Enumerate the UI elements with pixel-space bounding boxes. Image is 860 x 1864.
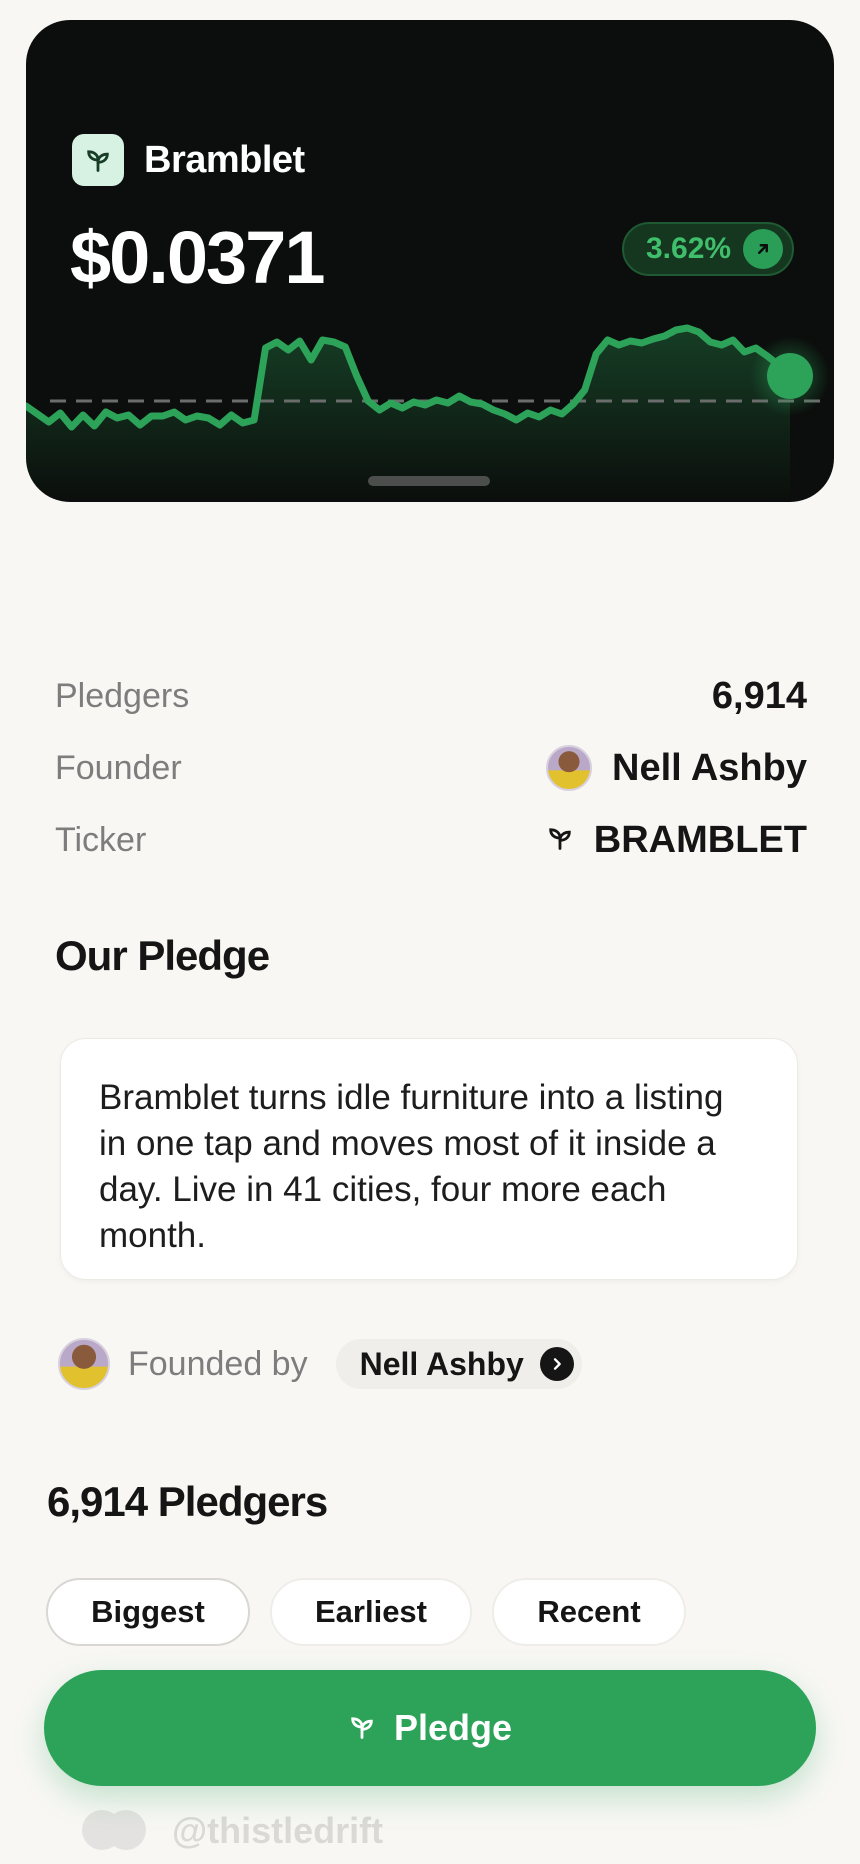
sprout-logo-icon xyxy=(72,134,124,186)
founder-avatar xyxy=(546,745,593,791)
stat-label-pledgers: Pledgers xyxy=(55,676,190,715)
tab-recent[interactable]: Recent xyxy=(492,1578,686,1646)
pledge-button[interactable]: Pledge xyxy=(44,1670,816,1786)
stat-label-ticker: Ticker xyxy=(55,820,147,859)
pledger-sort-tabs: Biggest Earliest Recent xyxy=(46,1578,686,1646)
price-change-percent: 3.62% xyxy=(646,232,732,265)
pledger-handle: @thistledrift xyxy=(172,1810,384,1851)
stat-row-ticker: Ticker BRAMBLET xyxy=(55,804,807,876)
founded-by-row: Founded by Nell Ashby xyxy=(58,1338,582,1390)
pledge-description: Bramblet turns idle furniture into a lis… xyxy=(99,1078,724,1255)
our-pledge-title: Our Pledge xyxy=(55,932,270,979)
brand-name: Bramblet xyxy=(144,138,305,181)
pledger-list-item[interactable]: @thistledrift xyxy=(82,1808,383,1854)
tab-biggest[interactable]: Biggest xyxy=(46,1578,250,1646)
founder-link[interactable]: Nell Ashby xyxy=(546,745,807,791)
sprout-icon xyxy=(546,819,574,862)
chevron-right-icon xyxy=(539,1347,574,1381)
sprout-icon xyxy=(348,1713,376,1744)
founder-avatar xyxy=(58,1338,110,1390)
drag-handle[interactable] xyxy=(368,476,490,486)
brand-header: Bramblet xyxy=(72,134,305,186)
arrow-up-right-icon xyxy=(743,229,784,269)
pledger-avatars xyxy=(82,1808,148,1854)
tab-earliest[interactable]: Earliest xyxy=(270,1578,472,1646)
price-chart-card: Bramblet $0.0371 3.62% xyxy=(26,20,834,502)
stats-list: Pledgers 6,914 Founder Nell Ashby Ticker… xyxy=(55,660,807,876)
current-price-dot xyxy=(767,353,813,399)
founded-by-label: Founded by xyxy=(128,1344,308,1383)
stat-row-founder: Founder Nell Ashby xyxy=(55,732,807,804)
ticker-value: BRAMBLET xyxy=(593,818,807,861)
stat-label-founder: Founder xyxy=(55,748,182,787)
founder-name: Nell Ashby xyxy=(612,746,807,789)
price-change-badge[interactable]: 3.62% xyxy=(622,222,794,276)
founder-chip[interactable]: Nell Ashby xyxy=(335,1339,582,1389)
ticker-value-group: BRAMBLET xyxy=(546,819,807,862)
stat-row-pledgers: Pledgers 6,914 xyxy=(55,660,807,732)
pledgers-title: 6,914 Pledgers xyxy=(47,1478,328,1525)
founder-chip-name: Nell Ashby xyxy=(359,1345,524,1382)
current-price: $0.0371 xyxy=(70,216,325,299)
stat-value-pledgers: 6,914 xyxy=(711,674,807,717)
pledge-description-card: Bramblet turns idle furniture into a lis… xyxy=(60,1038,798,1280)
pledge-button-label: Pledge xyxy=(393,1707,513,1748)
